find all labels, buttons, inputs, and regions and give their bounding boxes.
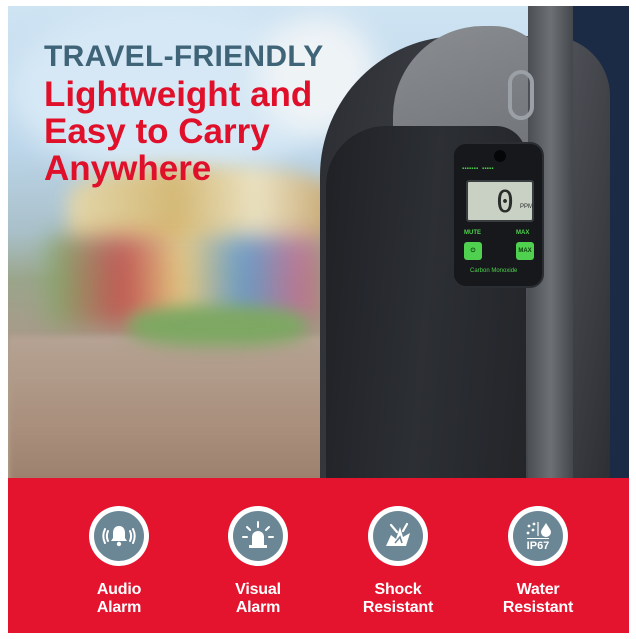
feature-label: Water Resistant <box>483 581 593 617</box>
ground <box>8 336 348 478</box>
device-brand-strip: ▪▪▪▪▪▪▪ ▪▪▪▪▪ <box>462 166 494 172</box>
feature-label-line-1: Shock <box>374 581 422 598</box>
feature-icon-ring <box>368 506 428 566</box>
visual-alarm-icon <box>233 511 283 561</box>
feature-band: Audio Alarm Visual Alarm Shock Resistant… <box>8 478 629 633</box>
max-button[interactable]: MAX <box>516 242 534 260</box>
feature-label-line-1: Audio <box>96 581 142 598</box>
product-banner: ▪▪▪▪▪▪▪ ▪▪▪▪▪ 0 PPM MUTE MAX ⏻ MAX Carbo… <box>0 0 636 639</box>
audio-alarm-icon <box>94 511 144 561</box>
lcd-unit: PPM <box>520 204 534 210</box>
feature-icon-ring <box>89 506 149 566</box>
headline-line-2: Easy to Carry <box>44 112 270 151</box>
headline-line-1: Lightweight and <box>44 75 313 114</box>
carabiner-clip <box>508 70 534 120</box>
feature-label: Shock Resistant <box>343 581 453 617</box>
hedge <box>128 306 308 346</box>
mute-label: MUTE <box>464 230 481 236</box>
feature-label-line-1: Visual <box>235 581 281 598</box>
water-resistant-icon: IP67 <box>513 511 563 561</box>
feature-icon-ring: IP67 <box>508 506 568 566</box>
power-button[interactable]: ⏻ <box>464 242 482 260</box>
headline-line-3: Anywhere <box>44 149 212 188</box>
co-detector-device: ▪▪▪▪▪▪▪ ▪▪▪▪▪ 0 PPM MUTE MAX ⏻ MAX Carbo… <box>452 142 544 288</box>
lanyard-hole <box>494 150 506 162</box>
feature-label-line-2: Resistant <box>502 599 574 616</box>
feature-icon-ring <box>228 506 288 566</box>
feature-label-line-2: Alarm <box>96 599 142 616</box>
ip67-badge: IP67 <box>526 538 550 552</box>
max-label: MAX <box>516 230 530 236</box>
feature-label: Audio Alarm <box>64 581 174 617</box>
lcd-reading: 0 <box>496 185 515 220</box>
feature-label-line-2: Resistant <box>362 599 434 616</box>
device-name: Carbon Monoxide <box>470 268 518 274</box>
feature-label-line-2: Alarm <box>235 599 281 616</box>
shock-resistant-icon <box>373 511 423 561</box>
headline-eyebrow: TRAVEL-FRIENDLY <box>44 40 324 73</box>
feature-label: Visual Alarm <box>203 581 313 617</box>
lcd-display: 0 PPM <box>466 180 534 222</box>
headline: TRAVEL-FRIENDLY Lightweight and Easy to … <box>44 40 324 187</box>
feature-label-line-1: Water <box>516 581 560 598</box>
